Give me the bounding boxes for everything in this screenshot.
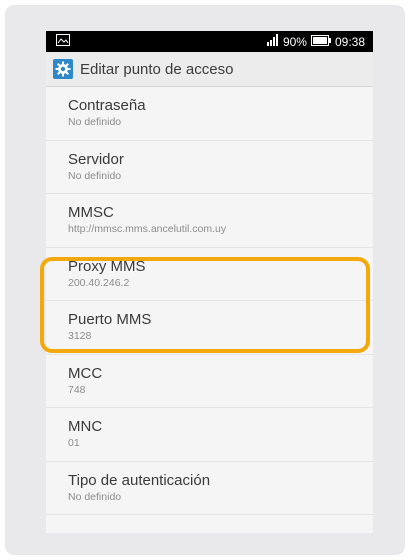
setting-value: No definido <box>68 169 122 182</box>
setting-value: 748 <box>68 383 86 396</box>
setting-server[interactable]: Servidor No definido <box>46 141 373 194</box>
battery-percent: 90% <box>282 34 307 49</box>
setting-mmsc[interactable]: MMSC http://mmsc.mms.ancelutil.com.uy <box>46 194 373 248</box>
action-bar: Editar punto de acceso <box>46 52 373 87</box>
battery-icon <box>310 34 331 50</box>
setting-value: 01 <box>68 437 80 449</box>
setting-auth-type[interactable]: Tipo de autenticación No definido <box>46 462 373 515</box>
highlight-box <box>40 257 370 353</box>
gear-icon[interactable] <box>53 59 73 79</box>
signal-icon <box>266 34 279 50</box>
setting-title: MNC <box>68 418 103 435</box>
status-bar: 90% 09:38 <box>46 31 373 52</box>
clock: 09:38 <box>334 34 365 49</box>
setting-title: Servidor <box>68 150 124 168</box>
setting-password[interactable]: Contraseña No definido <box>46 87 373 141</box>
setting-mnc[interactable]: MNC 01 <box>46 408 373 462</box>
setting-value: http://mmsc.mms.ancelutil.com.uy <box>68 223 227 235</box>
setting-mcc[interactable]: MCC 748 <box>46 355 373 408</box>
setting-title: Contraseña <box>68 97 146 114</box>
action-bar-title: Editar punto de acceso <box>80 60 234 78</box>
setting-value: No definido <box>68 490 122 503</box>
setting-title: MMSC <box>68 204 114 221</box>
setting-title: MCC <box>68 364 103 382</box>
setting-value: No definido <box>68 116 122 128</box>
setting-title: Tipo de autenticación <box>68 471 211 489</box>
image-notification-icon <box>56 34 70 49</box>
